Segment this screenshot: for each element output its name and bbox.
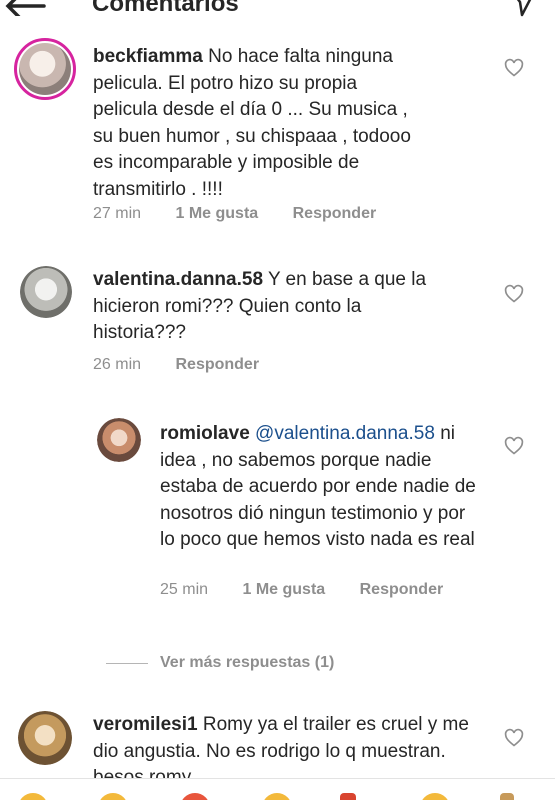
emoji-icon[interactable] [180,793,210,800]
emoji-icon[interactable] [262,793,292,800]
emoji-icon[interactable] [340,793,356,800]
emoji-bar [0,778,555,800]
emoji-icon[interactable] [98,793,128,800]
comment-username[interactable]: veromilesi1 [93,714,198,735]
emoji-icon[interactable] [420,793,450,800]
comment-text: veromilesi1 Romy ya el trailer es cruel … [93,712,473,778]
emoji-icon[interactable] [18,793,48,800]
heart-icon[interactable] [504,728,524,748]
emoji-icon[interactable] [500,793,514,800]
comment-item: veromilesi1 Romy ya el trailer es cruel … [0,0,555,778]
avatar-image [18,711,72,765]
avatar[interactable] [18,711,72,765]
